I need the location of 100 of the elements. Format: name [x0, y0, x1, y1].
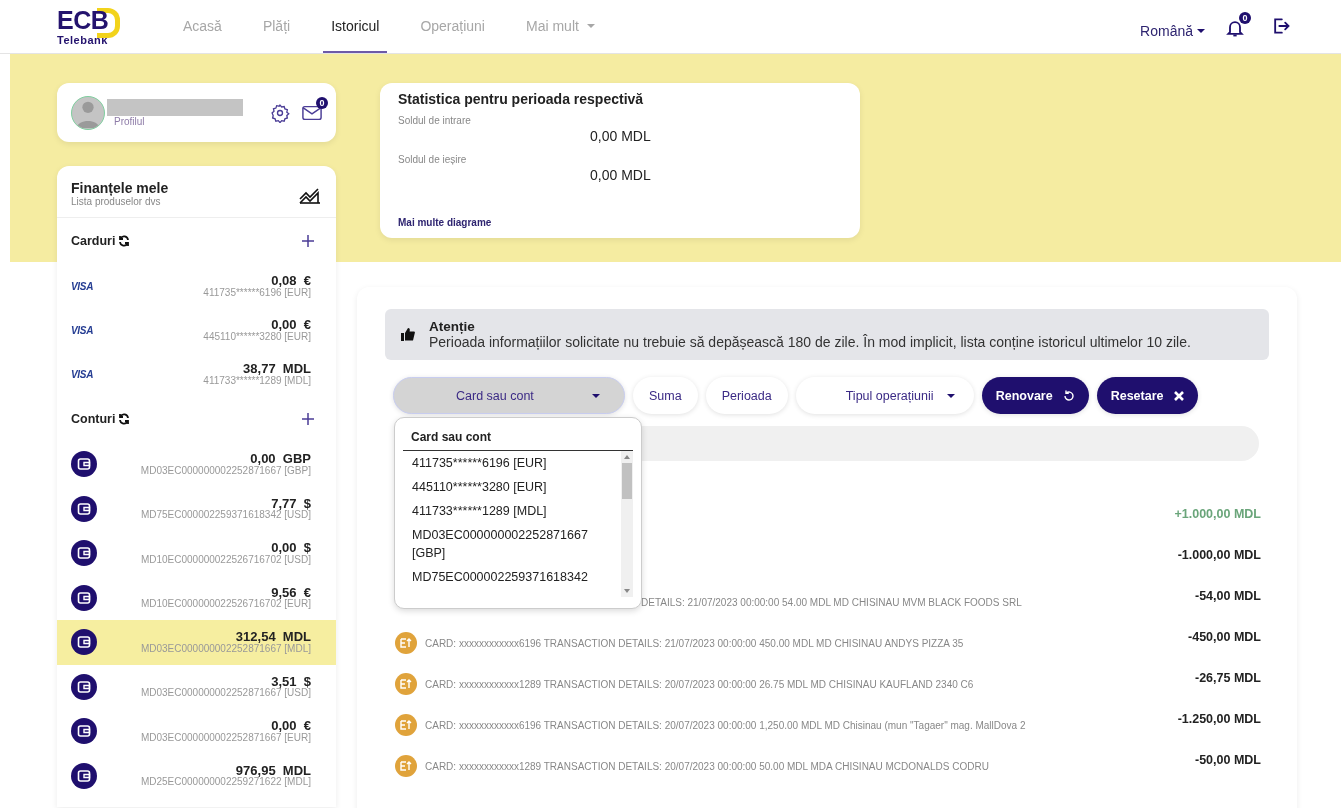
card-number: 445110******3280 [EUR] [202, 331, 311, 343]
account-number: MD75EC000002259371618342 [USD] [139, 510, 311, 521]
dropdown-option[interactable]: MD03EC000000002252871667 [GBP] [412, 523, 612, 565]
account-number: MD10EC000000022526716702 [USD] [139, 554, 311, 566]
mail-icon[interactable] [302, 104, 322, 121]
thumbs-up-icon [401, 328, 415, 341]
card-balance: 0,00 € [270, 317, 311, 332]
account-item[interactable]: 9,56 € MD10EC000000022526716702 [EUR] [57, 575, 336, 620]
dropdown-option[interactable]: 411733******1289 [MDL] [412, 499, 612, 523]
transaction-icon [395, 714, 417, 736]
transaction-icon [395, 755, 417, 777]
reset-button[interactable]: Resetare [1096, 377, 1198, 414]
transaction-description: CARD: xxxxxxxxxxxx6196 TRANSACTION DETAILS: 21/07/2023 00:00:00 450.00 MDL MD CHISINAU ANDYS PIZZA 35 [425, 638, 964, 649]
settings-icon[interactable] [270, 102, 290, 123]
logo[interactable]: ECB Telebank [57, 5, 119, 48]
wallet-icon [71, 451, 97, 478]
dropdown-option[interactable]: 445110******3280 [EUR] [412, 475, 612, 499]
refresh-icon[interactable] [118, 235, 131, 247]
card-item[interactable]: VISA 38,77 MDL 411733******1289 [MDL] [57, 352, 336, 396]
dropdown-option[interactable]: 411735******6196 [EUR] [412, 451, 612, 475]
finances-title: Finanțele mele [71, 180, 169, 196]
refresh-icon[interactable] [118, 413, 131, 425]
language-dropdown[interactable]: Română [1140, 22, 1205, 39]
alert-title: Atenție [429, 319, 476, 334]
notification-count-badge: 0 [1239, 12, 1251, 24]
card-brand-logo: VISA [71, 368, 94, 380]
alert-message: Perioada informațiilor solicitate nu trebuie să depășească 180 de zile. În mod implicit, lista conține istoricul ultimelor 10 zile. [429, 334, 1191, 350]
dropdown-title: Card sau cont [403, 430, 633, 451]
card-item[interactable]: VISA 0,08 € 411735******6196 [EUR] [57, 264, 336, 308]
account-number: MD03EC000000002252871667 [MDL] [139, 643, 311, 655]
balance-value: 0,00 MDL [589, 128, 652, 144]
account-balance: 0,00 € [271, 719, 311, 733]
add-card-plus-icon[interactable] [302, 235, 314, 247]
finances-subtitle: Lista produselor dvs [71, 196, 162, 207]
refresh-button[interactable]: Renovare [981, 377, 1089, 414]
account-balance: 9,56 € [271, 585, 311, 600]
wallet-icon [71, 540, 97, 567]
wallet-icon [71, 673, 97, 700]
cards-section-title: Carduri [71, 234, 116, 248]
transaction-description: CARD: xxxxxxxxxxxx1289 TRANSACTION DETAILS: 20/07/2023 00:00:00 50.00 MDL MDA CHISINAU MCDONALDS CODRU [425, 761, 989, 772]
avatar-silhouette [71, 95, 105, 130]
profile-link[interactable]: Profilul [107, 115, 258, 127]
account-balance: 312,54 MDL [235, 630, 311, 644]
transaction-description: CARD: xxxxxxxxxxxx1289 TRANSACTION DETAILS: 20/07/2023 00:00:00 26.75 MDL MD CHISINAU KAUFLAND 2340 C6 [425, 679, 974, 690]
account-number: MD03EC000000002252871667 [GBP] [139, 465, 311, 477]
transaction-amount: +1.000,00 MDL [1174, 507, 1261, 521]
balance-value: 0,00 MDL [589, 167, 652, 183]
logo-subtitle: Telebank [57, 33, 108, 46]
account-item[interactable]: 7,77 $ MD75EC000002259371618342 [USD] [57, 486, 336, 531]
transaction-icon [395, 673, 417, 695]
account-item[interactable]: 0,00 $ MD10EC000000022526716702 [USD] [57, 531, 336, 576]
account-number: MD03EC000000002252871667 [USD] [139, 688, 311, 699]
add-account-plus-icon[interactable] [302, 413, 314, 425]
account-item[interactable]: 3,51 $ MD03EC000000002252871667 [USD] [57, 664, 336, 709]
dropdown-option[interactable]: MD75EC000002259371618342 [412, 565, 612, 589]
notifications-button[interactable]: 0 [1225, 12, 1251, 41]
transaction-amount: -1.000,00 MDL [1177, 548, 1261, 562]
card-balance: 38,77 MDL [242, 361, 311, 376]
account-number: MD25EC000000002259271622 [MDL] [139, 777, 311, 788]
wallet-icon [71, 762, 97, 789]
scrollbar[interactable] [621, 451, 633, 597]
transaction-amount: -50,00 MDL [1195, 753, 1261, 767]
account-number: MD03EC000000002252871667 [EUR] [139, 732, 311, 744]
more-charts-link[interactable]: Mai multe diagrame [398, 217, 842, 230]
card-item[interactable]: VISA 0,00 € 445110******3280 [EUR] [57, 308, 336, 352]
balance-label: Soldul de ieșire [398, 154, 468, 165]
card-number: 411735******6196 [EUR] [202, 287, 311, 299]
account-balance: 0,00 $ [271, 541, 311, 555]
refresh-icon [1062, 389, 1075, 402]
filter-select[interactable]: Tipul operațiunii [795, 377, 974, 414]
transaction-description: DETAILS: 21/07/2023 00:00:00 54.00 MDL MD CHISINAU MVM BLACK FOODS SRL [641, 597, 1022, 608]
transaction-icon [395, 632, 417, 654]
filter-button[interactable]: Suma [633, 377, 698, 414]
logout-icon[interactable] [1271, 15, 1291, 36]
account-item[interactable]: 976,95 MDL MD25EC000000002259271622 [MDL] [57, 753, 336, 798]
filter-select[interactable]: Card sau cont [393, 377, 625, 414]
account-item[interactable]: 312,54 MDL MD03EC000000002252871667 [MDL] [57, 620, 336, 665]
wallet-icon [71, 584, 97, 611]
card-balance: 0,08 € [270, 273, 311, 288]
account-balance: 3,51 $ [271, 674, 311, 689]
message-count-badge: 0 [316, 96, 328, 109]
wallet-icon [71, 629, 97, 656]
account-item[interactable]: 0,00 GBP MD03EC000000002252871667 [GBP] [57, 442, 336, 487]
transaction-amount: -26,75 MDL [1195, 671, 1261, 685]
transaction-amount: -54,00 MDL [1195, 589, 1261, 603]
account-item[interactable]: 0,00 € MD03EC000000002252871667 [EUR] [57, 709, 336, 754]
account-balance: 7,77 $ [271, 496, 311, 511]
wallet-icon [71, 718, 97, 745]
transaction-amount: -450,00 MDL [1188, 630, 1261, 644]
logo-title: ECB [57, 5, 109, 34]
statistics-title: Statistica pentru perioada respectivă [398, 91, 645, 107]
close-icon [1173, 390, 1184, 401]
account-balance: 976,95 MDL [235, 763, 311, 778]
card-number: 411733******1289 [MDL] [202, 375, 311, 387]
wallet-icon [71, 495, 97, 522]
transaction-amount: -1.250,00 MDL [1177, 712, 1261, 726]
filter-button[interactable]: Perioada [705, 377, 788, 414]
card-brand-logo: VISA [71, 324, 94, 336]
accounts-section-title: Conturi [71, 412, 116, 426]
card-brand-logo: VISA [71, 280, 94, 292]
